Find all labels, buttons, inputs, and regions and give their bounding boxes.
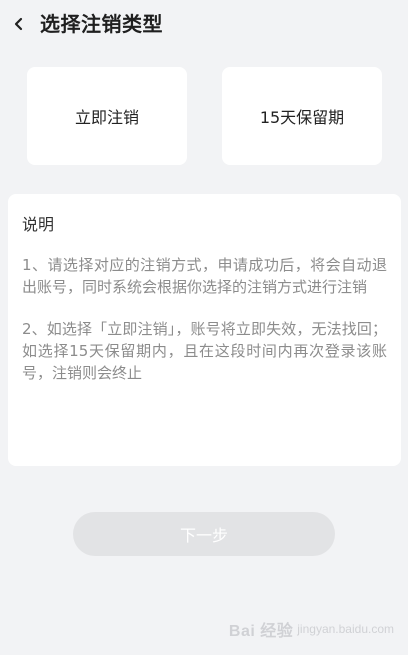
watermark-text: Bai 经验 bbox=[228, 623, 294, 640]
header: 选择注销类型 bbox=[0, 0, 408, 52]
info-title: 说明 bbox=[22, 215, 55, 234]
info-card: 说明 1、请选择对应的注销方式，申请成功后，将会自动退出账号，同时系统会根据你选… bbox=[8, 194, 401, 466]
option-15-day-retention[interactable]: 15天保留期 bbox=[222, 67, 382, 165]
back-button[interactable] bbox=[6, 11, 32, 37]
option-label: 立即注销 bbox=[74, 108, 139, 127]
page-title: 选择注销类型 bbox=[40, 12, 163, 36]
next-button[interactable]: 下一步 bbox=[73, 512, 335, 556]
info-paragraph: 2、如选择「立即注销」，账号将立即失效，无法找回；如选择15天保留期内，且在这段… bbox=[22, 320, 387, 382]
watermark-subtext: jingyan.baidu.com bbox=[297, 622, 394, 636]
info-paragraph: 1、请选择对应的注销方式，申请成功后，将会自动退出账号，同时系统会根据你选择的注… bbox=[22, 256, 387, 296]
option-immediate-cancel[interactable]: 立即注销 bbox=[27, 67, 187, 165]
option-label: 15天保留期 bbox=[259, 108, 345, 127]
chevron-left-icon bbox=[14, 17, 23, 31]
watermark: Bai 经验 jingyan.baidu.com bbox=[229, 617, 394, 641]
